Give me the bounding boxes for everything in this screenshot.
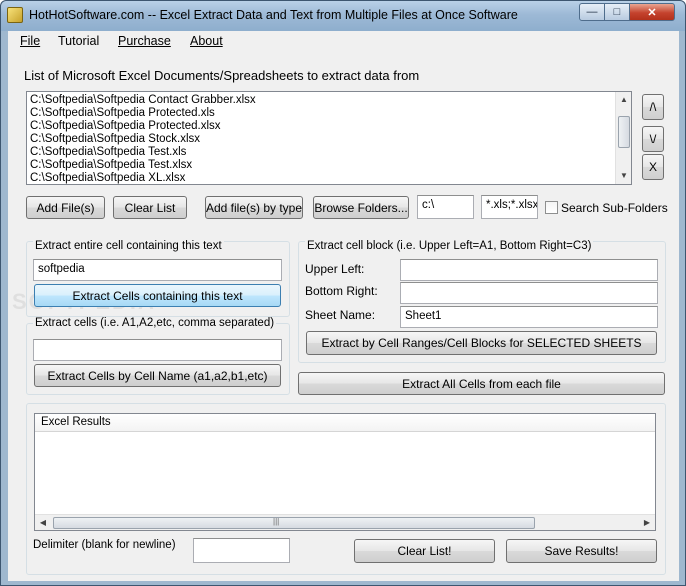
client-area: File Tutorial Purchase About SOFTPEDIA L… [8,31,679,581]
file-list-heading: List of Microsoft Excel Documents/Spread… [24,68,420,83]
extract-all-cells-button[interactable]: Extract All Cells from each file [298,372,665,395]
list-item[interactable]: C:\Softpedia\Softpedia Protected.xlsx [30,120,221,133]
scroll-right-arrow-icon[interactable]: ▶ [639,515,655,531]
minimize-button[interactable]: — [579,3,605,21]
menu-bar: File Tutorial Purchase About [8,31,679,51]
list-item[interactable]: C:\Softpedia\Softpedia Test.xls [30,146,186,159]
extract-cells-by-name-button[interactable]: Extract Cells by Cell Name (a1,a2,b1,etc… [34,364,281,387]
scroll-down-arrow-icon[interactable]: ▼ [616,168,631,184]
title-bar: HotHotSoftware.com -- Excel Extract Data… [1,1,685,31]
upper-left-label: Upper Left: [305,262,365,276]
extract-by-cell-ranges-button[interactable]: Extract by Cell Ranges/Cell Blocks for S… [306,331,657,355]
bottom-right-label: Bottom Right: [305,284,378,298]
move-up-button[interactable]: /\ [642,94,664,120]
clear-list-button[interactable]: Clear List [113,196,187,219]
list-item[interactable]: C:\Softpedia\Softpedia Stock.xlsx [30,133,200,146]
folder-path-field[interactable]: c:\ [417,195,474,219]
search-subfolders-checkbox[interactable] [545,201,558,214]
extract-cells-title: Extract cells (i.e. A1,A2,etc, comma sep… [33,317,277,329]
list-item[interactable]: C:\Softpedia\Softpedia Protected.xls [30,107,215,120]
results-column-header[interactable]: Excel Results [35,414,655,432]
close-button[interactable]: ✕ [629,3,675,21]
extract-text-title: Extract entire cell containing this text [33,240,224,252]
extract-cells-containing-text-button[interactable]: Extract Cells containing this text [34,284,281,307]
grip-icon: ||| [273,517,280,526]
menu-tutorial[interactable]: Tutorial [58,34,99,48]
window-title: HotHotSoftware.com -- Excel Extract Data… [29,8,518,22]
clear-results-button[interactable]: Clear List! [354,539,495,563]
list-item[interactable]: C:\Softpedia\Softpedia Test.xlsx [30,159,192,172]
scroll-left-arrow-icon[interactable]: ◀ [35,515,51,531]
search-text-field[interactable]: softpedia [33,259,282,281]
delimiter-field[interactable] [193,538,290,563]
save-results-button[interactable]: Save Results! [506,539,657,563]
add-files-button[interactable]: Add File(s) [26,196,105,219]
maximize-button[interactable]: □ [604,3,630,21]
file-types-field[interactable]: *.xls;*.xlsx [481,195,538,219]
list-item[interactable]: C:\Softpedia\Softpedia XL.xlsx [30,172,185,184]
results-hscrollbar[interactable]: ◀ ||| ▶ [35,514,655,530]
app-icon [7,7,23,23]
sheet-name-field[interactable]: Sheet1 [400,306,658,328]
results-list[interactable]: Excel Results ◀ ||| ▶ [34,413,656,531]
scroll-thumb[interactable] [618,116,630,148]
scroll-up-arrow-icon[interactable]: ▲ [616,92,631,108]
delimiter-label: Delimiter (blank for newline) [33,539,176,551]
upper-left-field[interactable] [400,259,658,281]
bottom-right-field[interactable] [400,282,658,304]
file-list-scrollbar[interactable]: ▲ ▼ [615,92,631,184]
move-down-button[interactable]: \/ [642,126,664,152]
sheet-name-label: Sheet Name: [305,308,376,322]
list-item[interactable]: C:\Softpedia\Softpedia Contact Grabber.x… [30,94,256,107]
menu-purchase[interactable]: Purchase [118,34,171,48]
browse-folders-button[interactable]: Browse Folders... [313,196,409,219]
add-files-by-type-button[interactable]: Add file(s) by type [205,196,303,219]
results-scroll-thumb[interactable] [53,517,535,529]
menu-file[interactable]: File [20,34,40,48]
file-list[interactable]: C:\Softpedia\Softpedia Contact Grabber.x… [26,91,632,185]
extract-block-title: Extract cell block (i.e. Upper Left=A1, … [305,240,594,252]
remove-item-button[interactable]: X [642,154,664,180]
search-subfolders-label: Search Sub-Folders [561,201,668,215]
menu-about[interactable]: About [190,34,223,48]
app-window: HotHotSoftware.com -- Excel Extract Data… [0,0,686,586]
cell-names-field[interactable] [33,339,282,361]
